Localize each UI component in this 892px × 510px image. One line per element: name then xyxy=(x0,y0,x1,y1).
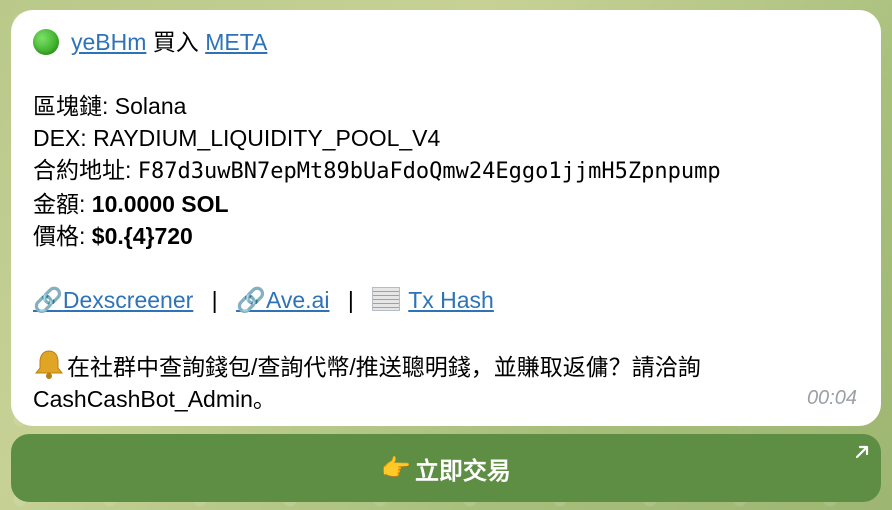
promo-admin-text: CashCashBot_Admin。 xyxy=(33,386,276,412)
contract-row: 合約地址: F87d3uwBN7epMt89bUaFdoQmw24Eggo1jj… xyxy=(33,154,859,188)
message-header: yeBHm 買入 META xyxy=(33,26,859,58)
link-icon: 🔗 xyxy=(33,287,63,314)
chain-row: 區塊鏈: Solana xyxy=(33,90,859,122)
action-text: 買入 xyxy=(152,29,199,55)
promo-line-2: CashCashBot_Admin。 xyxy=(33,383,859,415)
bell-icon xyxy=(33,349,67,379)
link-separator: | xyxy=(211,287,218,313)
amount-value: 10.0000 SOL xyxy=(91,191,229,217)
link-icon: 🔗 xyxy=(236,287,266,314)
amount-label: 金額: xyxy=(33,191,92,217)
arrow-up-right-icon xyxy=(853,440,871,459)
amount-row: 金額: 10.0000 SOL xyxy=(33,188,859,220)
contract-label: 合約地址: xyxy=(33,157,138,183)
message-bubble: yeBHm 買入 META 區塊鏈: Solana DEX: RAYDIUM_L… xyxy=(11,10,881,426)
dex-label: DEX: xyxy=(33,125,94,151)
ave-link[interactable]: 🔗Ave.ai xyxy=(236,287,329,314)
dexscreener-link[interactable]: 🔗Dexscreener xyxy=(33,287,193,314)
contract-address[interactable]: F87d3uwBN7epMt89bUaFdoQmw24Eggo1jjmH5Zpn… xyxy=(138,159,721,184)
trade-now-label: 立即交易 xyxy=(414,457,511,485)
green-circle-icon xyxy=(33,29,59,55)
receipt-icon xyxy=(372,287,401,311)
message-time: 00:04 xyxy=(806,387,857,409)
link-separator: | xyxy=(347,287,354,313)
price-label: 價格: xyxy=(33,223,92,249)
price-row: 價格: $0.{4}720 xyxy=(33,220,859,252)
promo-line-1: 在社群中查詢錢包/查詢代幣/推送聰明錢，並賺取返傭？請洽詢 xyxy=(33,349,859,383)
dex-value: RAYDIUM_LIQUIDITY_POOL_V4 xyxy=(93,125,441,151)
links-row: 🔗Dexscreener | 🔗Ave.ai | Tx Hash xyxy=(33,284,859,317)
trade-now-button[interactable]: 👉 立即交易 xyxy=(11,434,881,502)
pointing-hand-icon: 👉 xyxy=(381,454,411,482)
chain-label: 區塊鏈: xyxy=(33,93,115,119)
txhash-link[interactable]: Tx Hash xyxy=(372,287,494,313)
dex-row: DEX: RAYDIUM_LIQUIDITY_POOL_V4 xyxy=(33,122,859,154)
user-link[interactable]: yeBHm xyxy=(71,29,146,55)
token-link[interactable]: META xyxy=(205,29,267,55)
chain-value: Solana xyxy=(114,93,187,119)
price-value: $0.{4}720 xyxy=(91,223,193,249)
promo-text: 在社群中查詢錢包/查詢代幣/推送聰明錢，並賺取返傭？請洽詢 xyxy=(67,354,701,380)
